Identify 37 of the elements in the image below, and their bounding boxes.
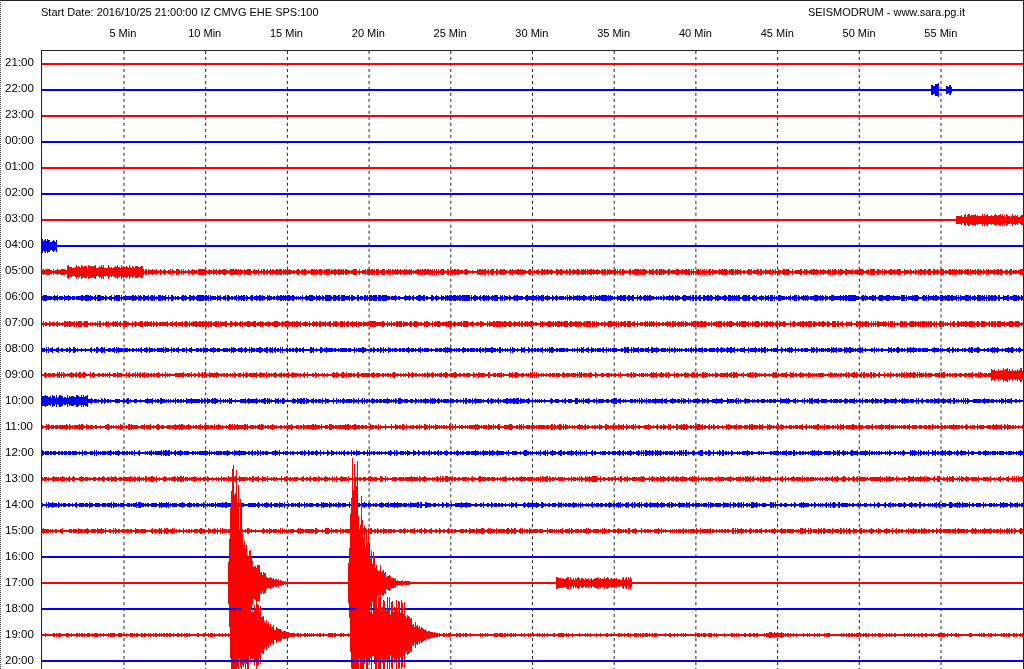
minute-label: 45 Min: [759, 27, 795, 41]
minute-label: 10 Min: [187, 27, 223, 41]
minute-label: 5 Min: [108, 27, 138, 41]
hour-label: 08:00: [4, 341, 35, 357]
hour-label: 17:00: [4, 575, 35, 591]
hour-label: 23:00: [4, 107, 35, 123]
minute-label: 30 Min: [514, 27, 550, 41]
brand-text: SEISMODRUM - www.sara.pg.it: [807, 6, 965, 20]
hour-label: 05:00: [4, 263, 35, 279]
hour-label: 16:00: [4, 549, 35, 565]
hour-label: 20:00: [4, 653, 35, 669]
minute-label: 55 Min: [923, 27, 959, 41]
minute-label: 35 Min: [596, 27, 632, 41]
hour-label: 12:00: [4, 445, 35, 461]
hour-label: 15:00: [4, 523, 35, 539]
minute-label: 25 Min: [432, 27, 468, 41]
hour-label: 00:00: [4, 133, 35, 149]
hour-label: 09:00: [4, 367, 35, 383]
minute-label: 20 Min: [350, 27, 386, 41]
hour-label: 04:00: [4, 237, 35, 253]
hour-label: 19:00: [4, 627, 35, 643]
hour-label: 14:00: [4, 497, 35, 513]
hour-label: 22:00: [4, 81, 35, 97]
hour-label: 06:00: [4, 289, 35, 305]
minute-label: 40 Min: [677, 27, 713, 41]
hour-label: 21:00: [4, 55, 35, 71]
hour-label: 11:00: [4, 419, 34, 435]
hour-label: 13:00: [4, 471, 35, 487]
hour-label: 01:00: [4, 159, 35, 175]
hour-label: 10:00: [4, 393, 35, 409]
hour-label: 07:00: [4, 315, 35, 331]
hour-label: 02:00: [4, 185, 35, 201]
hour-label: 03:00: [4, 211, 35, 227]
hour-label: 18:00: [4, 601, 35, 617]
chart-title: Start Date: 2016/10/25 21:00:00 IZ CMVG EHE SPS:100: [41, 6, 319, 20]
minute-label: 50 Min: [841, 27, 877, 41]
minute-label: 15 Min: [268, 27, 304, 41]
